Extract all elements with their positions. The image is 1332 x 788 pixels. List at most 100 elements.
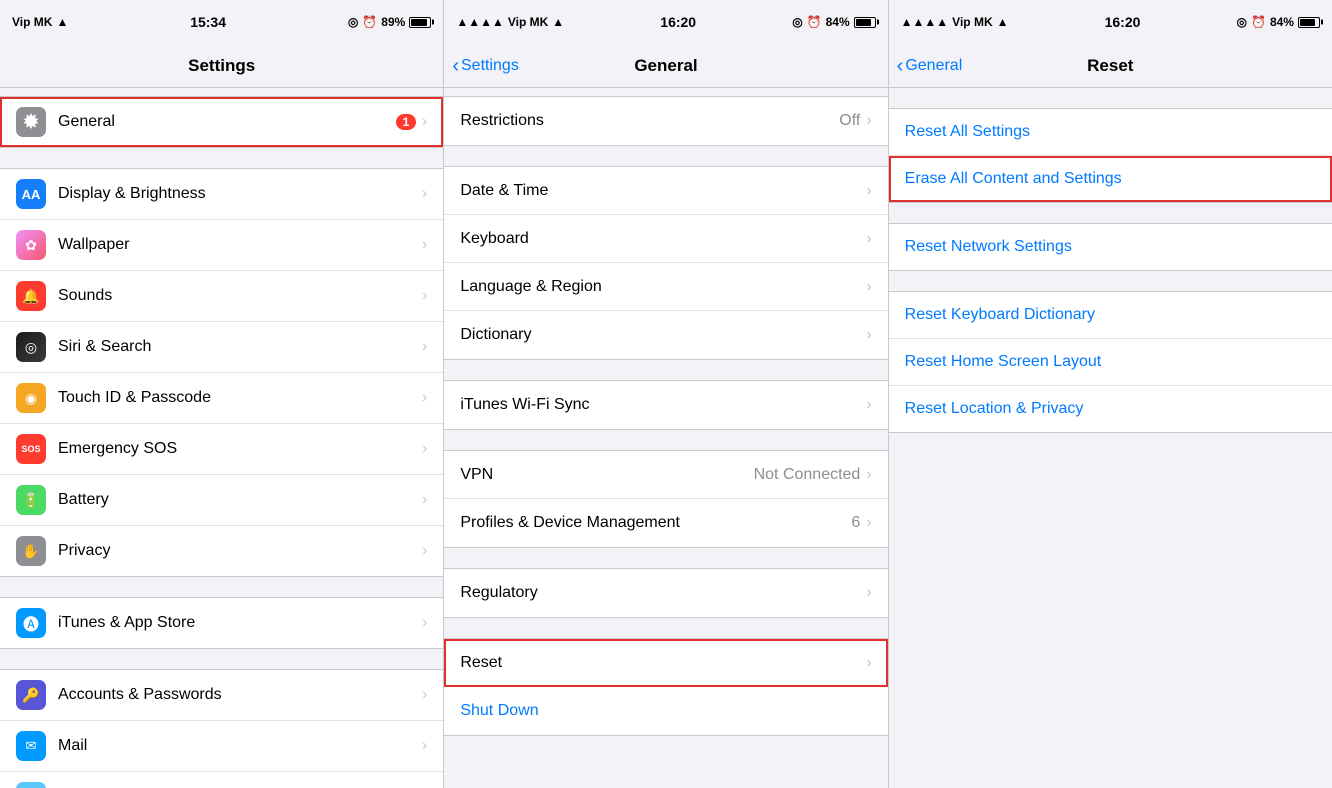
nav-back-label-general: Settings	[461, 57, 519, 75]
status-bar-3: ▲▲▲▲ Vip MK ▲ 16:20 ◎ ⏰ 84%	[889, 0, 1332, 44]
location-icon-3: ◎	[1237, 15, 1247, 29]
settings-row-mail[interactable]: ✉ Mail ›	[0, 721, 443, 772]
settings-group-general: General 1 ›	[0, 96, 443, 148]
settings-row-regulatory[interactable]: Regulatory ›	[444, 569, 887, 617]
settings-row-display[interactable]: AA Display & Brightness ›	[0, 169, 443, 220]
reset-location[interactable]: Reset Location & Privacy	[889, 386, 1332, 432]
status-left-1: Vip MK ▲	[12, 15, 68, 29]
nav-back-reset[interactable]: ‹ General	[897, 56, 963, 76]
settings-row-siri[interactable]: ◎ Siri & Search ›	[0, 322, 443, 373]
settings-panel: General 1 › AA Display & Brightness › ✿ …	[0, 88, 444, 788]
reset-all-settings[interactable]: Reset All Settings	[889, 109, 1332, 156]
reset-group-3: Reset Keyboard Dictionary Reset Home Scr…	[889, 291, 1332, 433]
settings-row-general[interactable]: General 1 ›	[0, 97, 443, 147]
settings-row-keyboard[interactable]: Keyboard ›	[444, 215, 887, 263]
settings-row-wallpaper[interactable]: ✿ Wallpaper ›	[0, 220, 443, 271]
reset-home-screen[interactable]: Reset Home Screen Layout	[889, 339, 1332, 386]
carrier-2: Vip MK	[508, 15, 548, 29]
settings-row-restrictions[interactable]: Restrictions Off ›	[444, 97, 887, 145]
battery-icon-2	[854, 17, 876, 28]
settings-row-itunes-wifi[interactable]: iTunes Wi-Fi Sync ›	[444, 381, 887, 429]
settings-row-touchid[interactable]: ◉ Touch ID & Passcode ›	[0, 373, 443, 424]
settings-row-battery[interactable]: 🔋 Battery ›	[0, 475, 443, 526]
battery-pct-2: 84%	[826, 15, 850, 29]
reset-group-2: Reset Network Settings	[889, 223, 1332, 271]
settings-row-shutdown[interactable]: Shut Down	[444, 687, 887, 735]
battery-label: Battery	[58, 491, 422, 509]
location-icon-1: ◎	[348, 15, 358, 29]
status-left-3: ▲▲▲▲ Vip MK ▲	[901, 15, 1009, 29]
nav-back-label-reset: General	[905, 57, 962, 75]
battery-icon-row: 🔋	[16, 485, 46, 515]
general-group-regulatory: Regulatory ›	[444, 568, 887, 618]
status-bar-2: ▲▲▲▲ Vip MK ▲ 16:20 ◎ ⏰ 84%	[444, 0, 888, 44]
settings-row-datetime[interactable]: Date & Time ›	[444, 167, 887, 215]
reset-network[interactable]: Reset Network Settings	[889, 224, 1332, 270]
general-group-datetime: Date & Time › Keyboard › Language & Regi…	[444, 166, 887, 360]
battery-icon-1	[409, 17, 431, 28]
touchid-label: Touch ID & Passcode	[58, 389, 422, 407]
settings-row-reset[interactable]: Reset ›	[444, 639, 887, 687]
settings-group-accounts: 🔑 Accounts & Passwords › ✉ Mail › 👤 Cont…	[0, 669, 443, 788]
reset-keyboard[interactable]: Reset Keyboard Dictionary	[889, 292, 1332, 339]
settings-row-appstore[interactable]: 🅐 iTunes & App Store ›	[0, 598, 443, 648]
vpn-label: VPN	[460, 466, 753, 484]
status-left-2: ▲▲▲▲ Vip MK ▲	[456, 15, 564, 29]
settings-row-vpn[interactable]: VPN Not Connected ›	[444, 451, 887, 499]
siri-label: Siri & Search	[58, 338, 422, 356]
battery-icon-3	[1298, 17, 1320, 28]
wallpaper-label: Wallpaper	[58, 236, 422, 254]
nav-back-general[interactable]: ‹ Settings	[452, 56, 518, 76]
sounds-label: Sounds	[58, 287, 422, 305]
privacy-icon: ✋	[16, 536, 46, 566]
general-group-reset: Reset › Shut Down	[444, 638, 887, 736]
signal-icon-3: ▲▲▲▲	[901, 15, 949, 29]
status-right-2: ◎ ⏰ 84%	[792, 15, 875, 29]
settings-row-sos[interactable]: SOS Emergency SOS ›	[0, 424, 443, 475]
reset-panel: Reset All Settings Erase All Content and…	[889, 88, 1332, 788]
privacy-label: Privacy	[58, 542, 422, 560]
restrictions-label: Restrictions	[460, 112, 839, 130]
settings-group-display-etc: AA Display & Brightness › ✿ Wallpaper › …	[0, 168, 443, 577]
settings-row-privacy[interactable]: ✋ Privacy ›	[0, 526, 443, 576]
settings-row-accounts[interactable]: 🔑 Accounts & Passwords ›	[0, 670, 443, 721]
battery-pct-3: 84%	[1270, 15, 1294, 29]
appstore-icon: 🅐	[16, 608, 46, 638]
wifi-icon-2: ▲	[552, 15, 564, 29]
itunes-wifi-label: iTunes Wi-Fi Sync	[460, 396, 866, 414]
reset-label: Reset	[460, 654, 866, 672]
language-label: Language & Region	[460, 278, 866, 296]
time-3: 16:20	[1105, 14, 1141, 30]
appstore-label: iTunes & App Store	[58, 614, 422, 632]
settings-row-sounds[interactable]: 🔔 Sounds ›	[0, 271, 443, 322]
wallpaper-icon: ✿	[16, 230, 46, 260]
signal-icon-2: ▲▲▲▲	[456, 15, 504, 29]
battery-pct-1: 89%	[381, 15, 405, 29]
profiles-label: Profiles & Device Management	[460, 514, 851, 532]
accounts-label: Accounts & Passwords	[58, 686, 422, 704]
nav-bar-reset: ‹ General Reset	[889, 44, 1332, 87]
general-icon	[16, 107, 46, 137]
settings-row-dictionary[interactable]: Dictionary ›	[444, 311, 887, 359]
alarm-icon-1: ⏰	[362, 15, 377, 29]
nav-title-settings: Settings	[188, 56, 255, 76]
nav-title-general: General	[634, 56, 697, 76]
settings-row-contacts[interactable]: 👤 Contacts ›	[0, 772, 443, 788]
profiles-value: 6	[851, 514, 860, 532]
wifi-icon-1: ▲	[56, 15, 68, 29]
settings-row-profiles[interactable]: Profiles & Device Management 6 ›	[444, 499, 887, 547]
general-group-restrictions: Restrictions Off ›	[444, 96, 887, 146]
alarm-icon-3: ⏰	[1251, 15, 1266, 29]
general-panel: Restrictions Off › Date & Time › Keyboar…	[444, 88, 888, 788]
content-area: General 1 › AA Display & Brightness › ✿ …	[0, 88, 1332, 788]
general-badge: 1	[396, 114, 416, 130]
nav-bar-general: ‹ Settings General	[444, 44, 888, 87]
back-chevron-general: ‹	[452, 56, 459, 76]
erase-all-content[interactable]: Erase All Content and Settings	[889, 156, 1332, 202]
settings-row-language[interactable]: Language & Region ›	[444, 263, 887, 311]
nav-bar-settings: Settings	[0, 44, 444, 87]
restrictions-value: Off	[839, 112, 860, 130]
nav-bars: Settings ‹ Settings General ‹ General Re…	[0, 44, 1332, 88]
touchid-icon: ◉	[16, 383, 46, 413]
shutdown-label: Shut Down	[460, 702, 871, 720]
